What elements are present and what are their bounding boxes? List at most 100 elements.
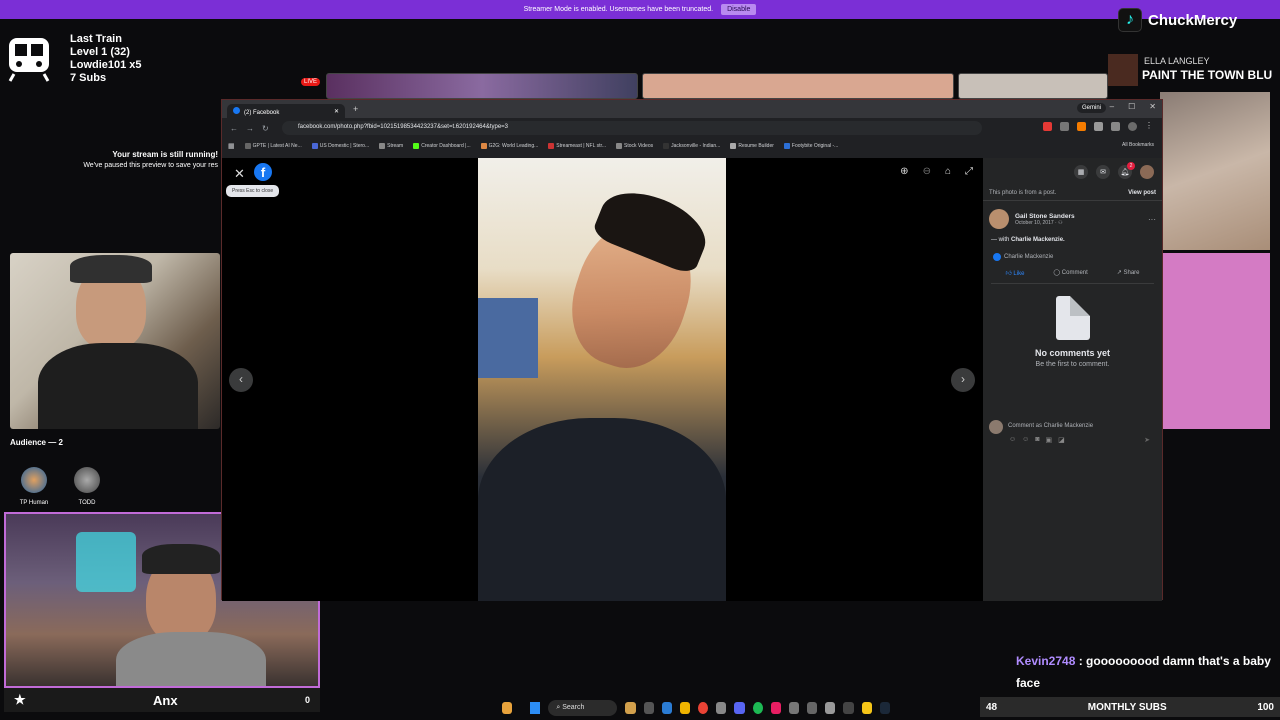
empty-comments: No comments yet Be the first to comment. — [983, 284, 1162, 368]
menu-grid-icon[interactable]: ▦ — [1074, 165, 1088, 179]
app-icon[interactable] — [661, 702, 672, 714]
notifications-icon[interactable]: 🔔︎ 2 — [1118, 162, 1135, 179]
bookmark-item[interactable]: Jacksonville - Indian... — [663, 142, 720, 149]
avatar[interactable] — [21, 467, 47, 493]
overlay-line-1: Last Train — [70, 33, 122, 45]
chat-message: Kevin2748 : gooooooood damn that's a bab… — [1016, 650, 1280, 694]
app-icon[interactable] — [861, 702, 872, 714]
close-tab-icon[interactable]: ✕ — [334, 108, 339, 115]
app-icon[interactable] — [807, 702, 818, 714]
tagged-person-link[interactable]: Charlie Mackenzie. — [1011, 237, 1065, 243]
minimize-icon[interactable]: – — [1110, 102, 1114, 111]
tiktok-handle: ♪ ChuckMercy — [1118, 8, 1237, 32]
bookmark-item[interactable]: GPTE | Latest AI Ne... — [244, 142, 302, 149]
extension-icon[interactable] — [1077, 122, 1086, 131]
facebook-logo-icon[interactable]: f — [254, 163, 272, 181]
now-playing: ELLA LANGLEY PAINT THE TOWN BLU — [1108, 54, 1280, 86]
folder-icon[interactable] — [679, 702, 691, 714]
send-icon[interactable]: ➤ — [1144, 436, 1150, 444]
bookmark-item[interactable]: G2G: World Leading... — [480, 142, 538, 149]
more-options-icon[interactable]: ··· — [1148, 215, 1156, 224]
tag-icon[interactable]: ⌂ — [945, 166, 951, 177]
close-icon[interactable]: ✕ — [234, 166, 245, 182]
messenger-icon[interactable]: ✉ — [1096, 165, 1110, 179]
app-icon[interactable] — [788, 702, 800, 714]
start-icon[interactable] — [530, 702, 541, 714]
gemini-button[interactable]: Gemini — [1076, 103, 1106, 113]
close-window-icon[interactable]: ✕ — [1149, 102, 1156, 111]
widgets-icon[interactable] — [502, 702, 513, 714]
tab-facebook[interactable]: (2) Facebook ✕ — [227, 104, 345, 118]
bookmarks-bar: ▦ GPTE | Latest AI Ne... US Domestic | S… — [222, 138, 1162, 153]
settings-icon[interactable] — [716, 702, 727, 714]
zoom-out-icon[interactable]: ⊖ — [923, 166, 931, 177]
search-input[interactable]: ⌕ Search — [548, 700, 618, 716]
menu-kebab-icon[interactable]: ⋮ — [1145, 122, 1154, 131]
next-photo-button[interactable]: › — [951, 368, 975, 392]
reload-icon[interactable]: ↻ — [262, 124, 269, 133]
view-post-link[interactable]: View post — [1128, 190, 1156, 196]
streamer-mode-message: Streamer Mode is enabled. Usernames have… — [523, 6, 714, 13]
gif-icon[interactable]: ▣ — [1046, 436, 1053, 444]
avatar[interactable] — [989, 209, 1009, 229]
comment-button[interactable]: ◯ Comment — [1053, 269, 1087, 277]
profile-avatar-icon[interactable] — [1128, 122, 1137, 131]
app-icon[interactable] — [843, 702, 854, 714]
new-tab-icon[interactable]: + — [353, 104, 358, 114]
chrome-icon[interactable] — [698, 702, 709, 714]
camera-icon[interactable]: ◙ — [1035, 436, 1039, 444]
bookmark-item[interactable]: Stream — [379, 142, 403, 149]
reactions-row[interactable]: Charlie Mackenzie — [983, 251, 1162, 263]
monthly-subs-bar: 48 MONTHLY SUBS 100 — [980, 697, 1280, 717]
spotify-icon[interactable] — [752, 702, 763, 714]
fullscreen-icon[interactable]: ⤢ — [965, 166, 973, 177]
extension-icon[interactable] — [1060, 122, 1069, 131]
like-button[interactable]: 👍︎ Like — [1005, 269, 1024, 277]
bookmark-item[interactable]: Footybite Original -... — [783, 142, 838, 149]
post-date[interactable]: October 10, 2017 · ⚇ — [1015, 220, 1075, 226]
all-bookmarks-button[interactable]: All Bookmarks — [1122, 142, 1154, 148]
avatar-sticker-icon[interactable]: ☺ — [1009, 436, 1016, 444]
audience-label: Audience — 2 — [10, 438, 63, 447]
stream-goal-overlay: Last Train Level 1 (32) Lowdie101 x5 7 S… — [70, 33, 142, 85]
extensions-puzzle-icon[interactable] — [1094, 122, 1103, 131]
maximize-icon[interactable]: ☐ — [1128, 102, 1135, 111]
app-icon[interactable] — [734, 702, 745, 714]
extension-icon[interactable] — [1043, 122, 1052, 131]
preview-thumbnail[interactable] — [326, 73, 638, 99]
app-icon[interactable] — [770, 702, 781, 714]
preview-thumbnail[interactable] — [958, 73, 1108, 99]
back-icon[interactable]: ← — [230, 124, 238, 133]
bookmark-item[interactable]: Streameast | NFL str... — [548, 142, 606, 149]
forward-icon[interactable]: → — [246, 124, 254, 133]
url-input[interactable]: facebook.com/photo.php?fbid=102151985344… — [282, 121, 982, 135]
post-actions: 👍︎ Like ◯ Comment ↗ Share — [991, 263, 1154, 284]
emoji-icon[interactable]: ☺ — [1022, 436, 1029, 444]
app-icon[interactable] — [825, 702, 836, 714]
sidebar-icon[interactable] — [1111, 122, 1120, 131]
previous-photo-button[interactable]: ‹ — [229, 368, 253, 392]
sticker-icon[interactable]: ◪ — [1058, 436, 1065, 444]
webcam-nameplate: ★ Anx 0 — [4, 688, 320, 712]
star-icon: ★ — [14, 692, 26, 707]
tiktok-icon: ♪ — [1118, 8, 1142, 32]
avatar[interactable] — [74, 467, 100, 493]
bookmark-item[interactable]: Creator Dashboard |... — [413, 142, 471, 149]
tab-title: (2) Facebook — [244, 109, 280, 116]
viewer-toolbar: ⊕ ⊖ ⌂ ⤢ — [900, 166, 973, 177]
zoom-in-icon[interactable]: ⊕ — [900, 166, 908, 177]
preview-thumbnail[interactable] — [642, 73, 954, 99]
app-icon[interactable] — [643, 702, 654, 714]
author-name[interactable]: Gail Stone Sanders — [1015, 213, 1075, 220]
extensions-toolbar: ⋮ — [1043, 122, 1154, 131]
bookmark-item[interactable]: US Domestic | Stero... — [311, 142, 369, 149]
bookmark-item[interactable]: Stock Videos — [616, 142, 653, 149]
steam-icon[interactable] — [879, 702, 890, 714]
share-button[interactable]: ↗ Share — [1117, 269, 1140, 277]
avatar[interactable] — [1140, 165, 1154, 179]
apps-grid-icon[interactable]: ▦ — [228, 142, 235, 150]
bookmark-item[interactable]: Resume Builder — [730, 142, 774, 149]
file-explorer-icon[interactable] — [625, 702, 636, 714]
overlay-line-3: Lowdie101 x5 — [70, 59, 142, 71]
disable-button[interactable]: Disable — [721, 4, 757, 15]
